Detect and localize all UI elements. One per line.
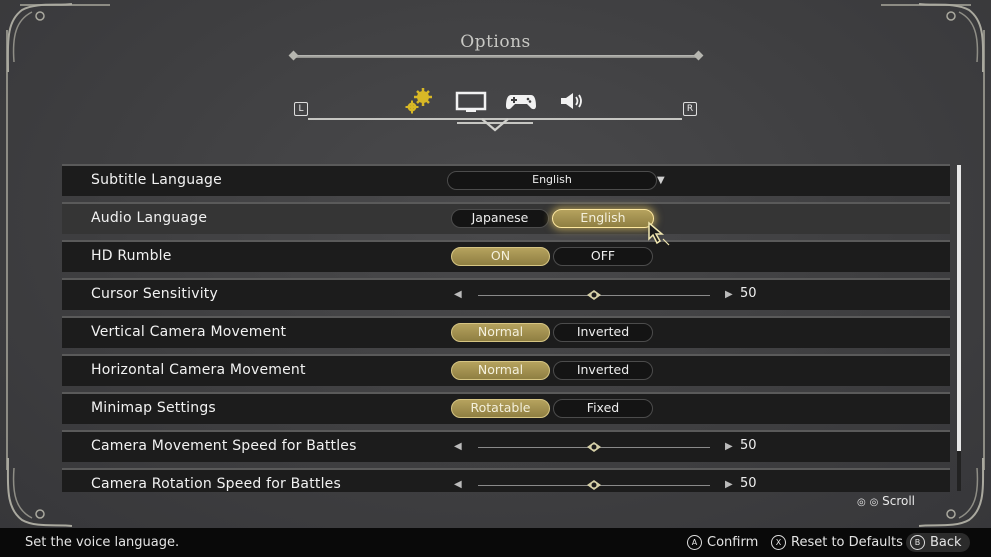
setting-label: Cursor Sensitivity: [91, 286, 218, 302]
setting-label: Camera Rotation Speed for Battles: [91, 476, 341, 492]
option-english[interactable]: English: [552, 209, 654, 228]
setting-label: Subtitle Language: [91, 172, 222, 188]
b-button-icon: B: [910, 535, 925, 550]
setting-row-audio-language[interactable]: Audio Language Japanese English: [62, 202, 950, 234]
setting-row-camera-movement-speed[interactable]: Camera Movement Speed for Battles ◀ ▶ 50: [62, 430, 950, 462]
option-japanese[interactable]: Japanese: [451, 209, 549, 228]
setting-label: Audio Language: [91, 210, 208, 226]
gears-icon: [405, 88, 432, 114]
setting-label: Camera Movement Speed for Battles: [91, 438, 357, 454]
option-normal[interactable]: Normal: [451, 323, 550, 342]
confirm-button[interactable]: A Confirm: [687, 533, 758, 552]
page-title: Options: [460, 32, 531, 52]
setting-row-horizontal-camera[interactable]: Horizontal Camera Movement Normal Invert…: [62, 354, 950, 386]
scroll-hint: ◎ ◎ Scroll: [857, 494, 915, 508]
tab-display[interactable]: [455, 87, 487, 115]
gamepad-icon: [506, 95, 536, 110]
setting-label: Minimap Settings: [91, 400, 216, 416]
setting-row-minimap[interactable]: Minimap Settings Rotatable Fixed: [62, 392, 950, 424]
reset-defaults-button[interactable]: X Reset to Defaults: [771, 533, 903, 552]
chevron-down-icon: [481, 118, 509, 132]
tab-general[interactable]: [404, 87, 434, 115]
frame-left-edge: [6, 30, 8, 470]
slider-decrease-icon[interactable]: ◀: [454, 479, 462, 490]
setting-row-vertical-camera[interactable]: Vertical Camera Movement Normal Inverted: [62, 316, 950, 348]
option-normal[interactable]: Normal: [451, 361, 550, 380]
reset-label: Reset to Defaults: [791, 535, 903, 550]
help-text: Set the voice language.: [25, 535, 180, 550]
slider-knob-icon[interactable]: [586, 441, 602, 453]
monitor-icon: [455, 91, 487, 112]
setting-row-camera-rotation-speed[interactable]: Camera Rotation Speed for Battles ◀ ▶ 50: [62, 468, 950, 492]
subtitle-language-dropdown[interactable]: English: [447, 171, 657, 190]
slider-decrease-icon[interactable]: ◀: [454, 289, 462, 300]
a-button-icon: A: [687, 535, 702, 550]
footer-bar: Set the voice language. A Confirm X Reset …: [0, 528, 991, 557]
option-fixed[interactable]: Fixed: [553, 399, 653, 418]
scrollbar-thumb[interactable]: [957, 165, 961, 451]
scroll-hint-label: Scroll: [882, 494, 916, 508]
tab-sound[interactable]: [558, 87, 588, 115]
option-off[interactable]: OFF: [553, 247, 653, 266]
setting-row-hd-rumble[interactable]: HD Rumble ON OFF: [62, 240, 950, 272]
option-on[interactable]: ON: [451, 247, 550, 266]
slider-increase-icon[interactable]: ▶: [725, 479, 733, 490]
settings-list: Subtitle Language English ▼ Audio Langua…: [62, 164, 950, 492]
dropdown-arrow-icon[interactable]: ▼: [657, 175, 665, 186]
slider-increase-icon[interactable]: ▶: [725, 441, 733, 452]
frame-right-edge: [983, 30, 985, 470]
right-stick-icon: ◎: [857, 497, 866, 508]
setting-row-subtitle-language[interactable]: Subtitle Language English ▼: [62, 164, 950, 196]
confirm-label: Confirm: [707, 535, 759, 550]
slider-knob-icon[interactable]: [586, 289, 602, 301]
x-button-icon: X: [771, 535, 786, 550]
back-button[interactable]: B Back: [906, 533, 970, 552]
slider-decrease-icon[interactable]: ◀: [454, 441, 462, 452]
shoulder-l-button[interactable]: L: [294, 102, 308, 116]
slider-value: 50: [740, 476, 757, 491]
option-inverted[interactable]: Inverted: [553, 361, 653, 380]
title-divider: [294, 55, 698, 58]
slider-value: 50: [740, 438, 757, 453]
speaker-icon: [561, 93, 582, 109]
scrollbar-track[interactable]: [957, 451, 961, 491]
setting-label: Vertical Camera Movement: [91, 324, 287, 340]
shoulder-r-button[interactable]: R: [683, 102, 697, 116]
slider-increase-icon[interactable]: ▶: [725, 289, 733, 300]
option-rotatable[interactable]: Rotatable: [451, 399, 550, 418]
hand-cursor-icon: [648, 221, 670, 246]
left-stick-icon: ◎: [869, 497, 879, 508]
setting-label: Horizontal Camera Movement: [91, 362, 306, 378]
tab-controls[interactable]: [505, 87, 537, 115]
slider-value: 50: [740, 286, 757, 301]
option-inverted[interactable]: Inverted: [553, 323, 653, 342]
setting-label: HD Rumble: [91, 248, 172, 264]
slider-knob-icon[interactable]: [586, 479, 602, 491]
setting-row-cursor-sensitivity[interactable]: Cursor Sensitivity ◀ ▶ 50: [62, 278, 950, 310]
back-label: Back: [930, 535, 962, 550]
